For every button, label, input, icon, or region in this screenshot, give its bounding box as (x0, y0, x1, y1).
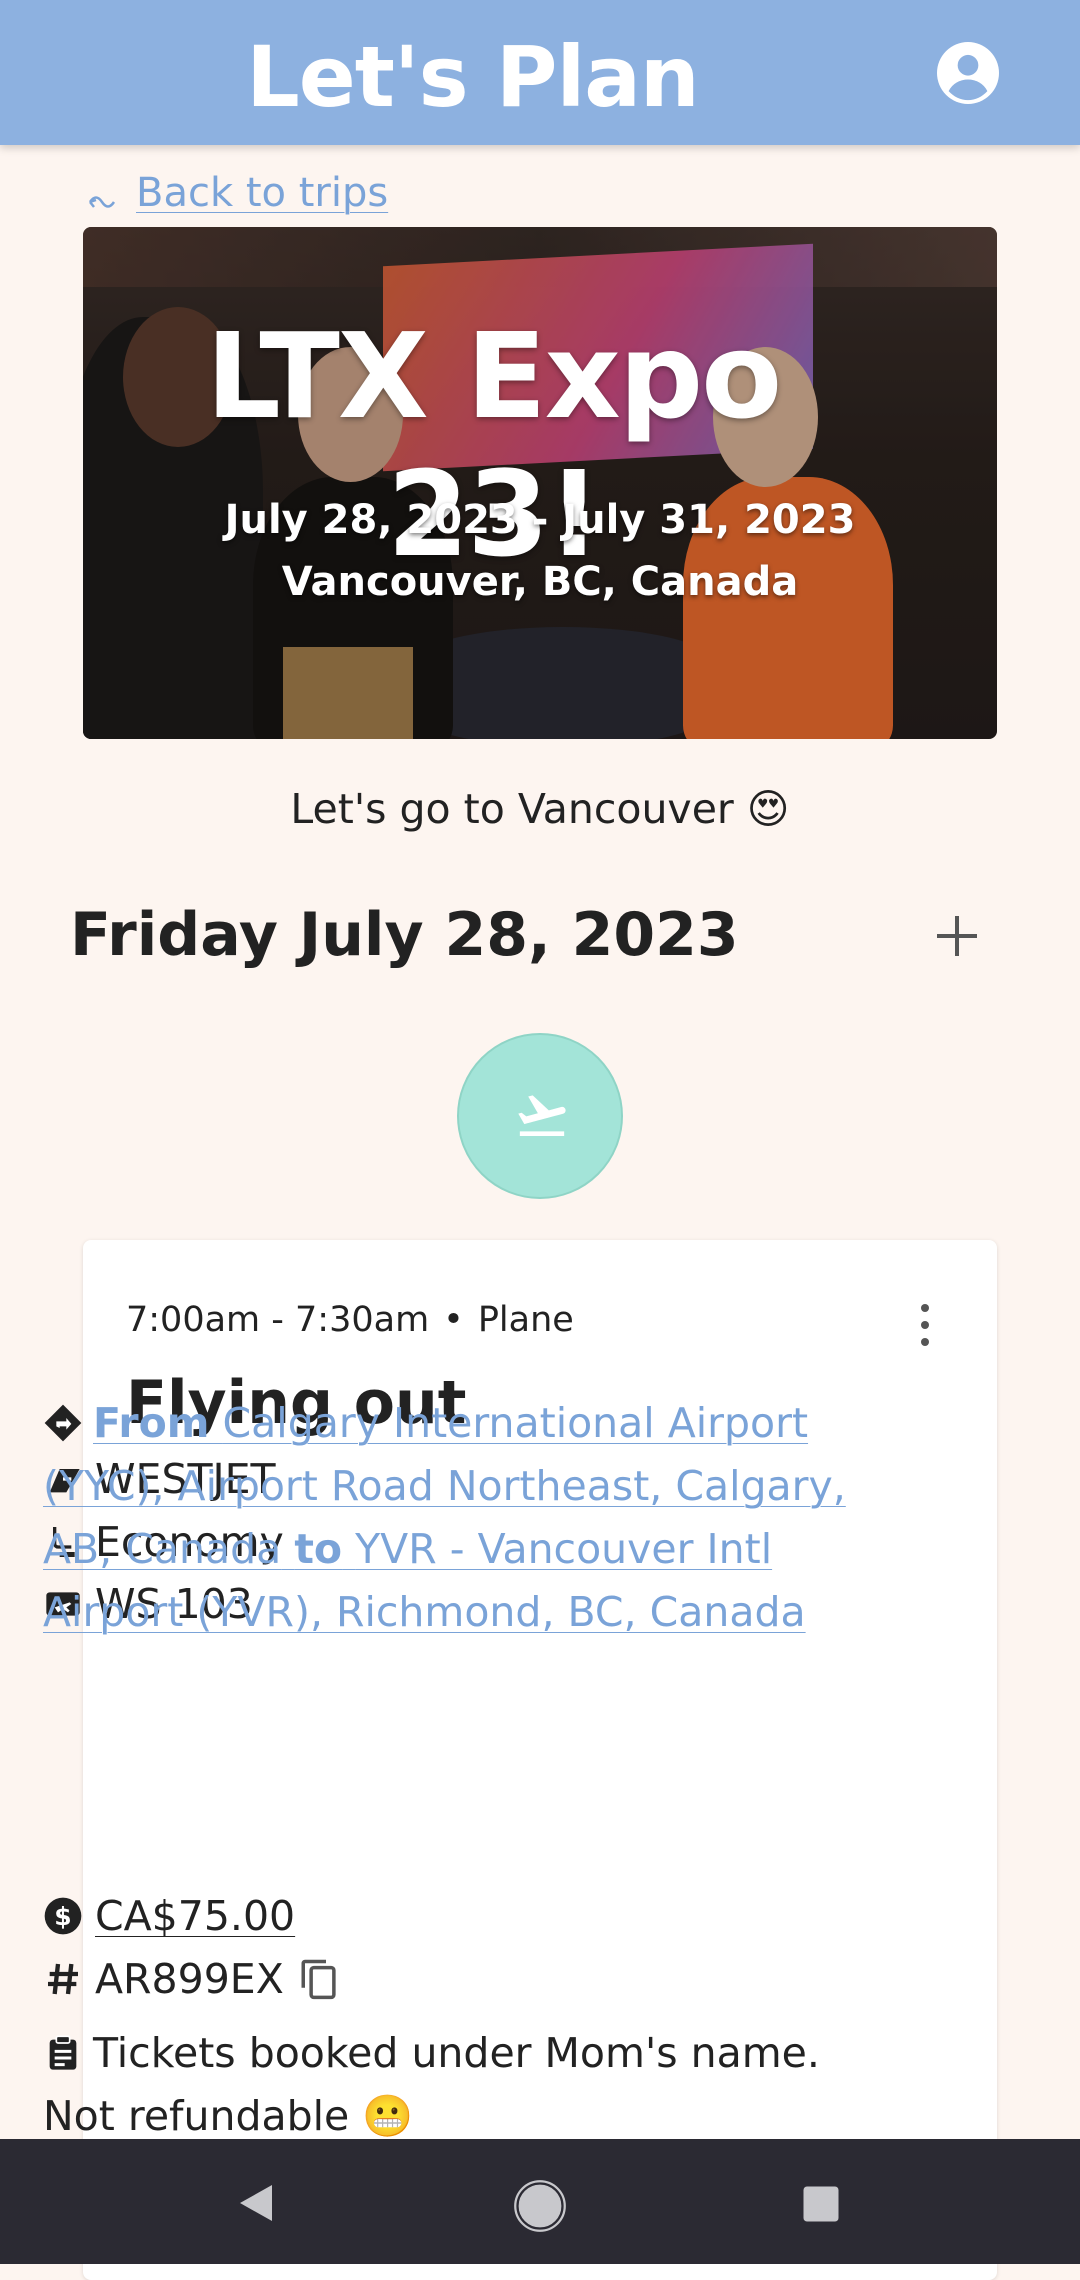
activity-meta: 7:00am - 7:30am • Plane (126, 1300, 574, 1340)
confirmation-code: AR899EX (95, 1955, 284, 2003)
plane-takeoff-icon (518, 1095, 566, 1136)
trip-description: Let's go to Vancouver 😍 (290, 785, 790, 833)
trip-hero-banner: LTX Expo 23! July 28, 2023 - July 31, 20… (83, 227, 997, 739)
more-options-icon[interactable] (913, 1300, 937, 1350)
copy-icon[interactable] (298, 1956, 340, 2002)
nav-home-icon[interactable] (513, 2179, 567, 2233)
svg-text:$: $ (54, 1902, 71, 1931)
back-wave-icon (88, 196, 116, 208)
app-title: Let's Plan (246, 28, 699, 126)
back-to-trips-label: Back to trips (136, 170, 389, 216)
price-row: $ CA$75.00 (43, 1892, 295, 1940)
app-header: Let's Plan (0, 0, 1080, 145)
back-to-trips-link[interactable]: Back to trips (88, 170, 388, 216)
activity-type-badge (457, 1033, 623, 1199)
trip-location: Vancouver, BC, Canada (281, 559, 799, 605)
system-navigation-bar (0, 2139, 1080, 2264)
to-label: to (294, 1525, 343, 1573)
price[interactable]: CA$75.00 (95, 1892, 295, 1940)
directions-icon (44, 1404, 82, 1442)
meta-separator: • (443, 1300, 464, 1340)
dollar-circle-icon: $ (44, 1897, 82, 1935)
hash-icon (48, 1963, 78, 1995)
activity-type: Plane (477, 1300, 574, 1340)
route-directions-link[interactable]: From Calgary International Airport (YYC)… (43, 1392, 883, 1644)
day-heading: Friday July 28, 2023 (70, 900, 739, 970)
notes-row: Tickets booked under Mom's name. Not ref… (43, 2022, 903, 2148)
trip-dates: July 28, 2023 - July 31, 2023 (224, 497, 856, 543)
nav-recents-icon[interactable] (800, 2183, 842, 2225)
account-circle-icon[interactable] (937, 42, 999, 104)
confirmation-row: AR899EX (43, 1955, 340, 2003)
activity-time: 7:00am - 7:30am (126, 1300, 430, 1340)
from-label: From (93, 1399, 210, 1447)
nav-back-icon[interactable] (232, 2179, 280, 2227)
plus-icon[interactable] (930, 906, 984, 966)
clipboard-icon (49, 2035, 77, 2070)
notes-text: Tickets booked under Mom's name. Not ref… (43, 2029, 820, 2140)
